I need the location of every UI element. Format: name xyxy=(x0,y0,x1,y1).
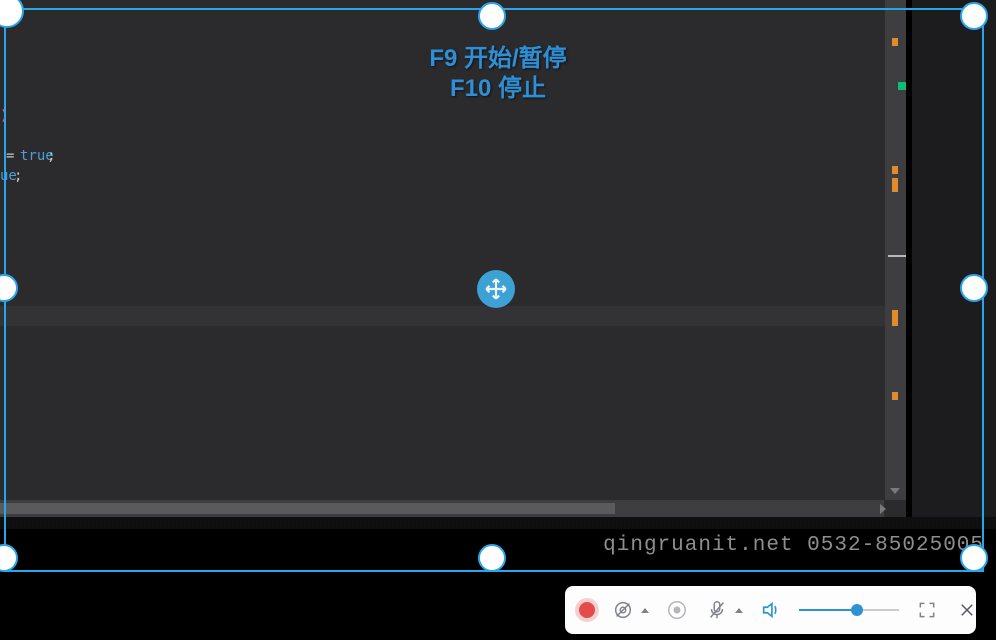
webcam-options-dropdown[interactable] xyxy=(641,608,649,613)
volume-icon xyxy=(760,599,782,621)
overview-mark[interactable] xyxy=(892,178,898,192)
code-left-frag: ) xyxy=(0,106,4,126)
selection-handle-mid-right[interactable] xyxy=(960,274,988,302)
mic-off-icon xyxy=(706,599,728,621)
close-recorder-button[interactable] xyxy=(955,598,979,622)
fullscreen-icon xyxy=(917,600,937,620)
volume-slider-knob[interactable] xyxy=(851,604,863,616)
overview-viewport-indicator[interactable] xyxy=(888,255,906,257)
record-button[interactable] xyxy=(579,602,595,618)
editor-bottom-strip xyxy=(0,517,996,529)
selection-handle-bottom-mid[interactable] xyxy=(478,544,506,572)
mic-options-dropdown[interactable] xyxy=(735,608,743,613)
fullscreen-button[interactable] xyxy=(915,598,939,622)
selection-handle-top-mid[interactable] xyxy=(478,2,506,30)
overview-mark[interactable] xyxy=(892,310,898,326)
webcam-off-icon xyxy=(612,599,634,621)
system-audio-toggle-button[interactable] xyxy=(665,598,689,622)
editor-hscroll-arrow-right[interactable] xyxy=(880,504,886,514)
recorder-hint-stop: F10 停止 xyxy=(0,68,996,103)
editor-horizontal-scrollbar[interactable] xyxy=(0,500,884,517)
webcam-toggle-button[interactable] xyxy=(611,598,635,622)
overview-mark[interactable] xyxy=(892,166,898,174)
selection-move-handle[interactable] xyxy=(477,270,515,308)
mic-toggle-button[interactable] xyxy=(705,598,729,622)
code-semicolon: ; xyxy=(47,146,55,166)
code-semicolon-2: ; xyxy=(14,166,22,186)
code-eq: = xyxy=(6,146,14,166)
volume-button[interactable] xyxy=(759,598,783,622)
close-icon xyxy=(958,601,976,619)
overview-mark[interactable] xyxy=(892,392,898,400)
system-audio-icon xyxy=(666,599,688,621)
volume-slider-fill xyxy=(799,609,857,611)
selection-handle-bottom-right[interactable] xyxy=(960,544,988,572)
editor-hscroll-thumb[interactable] xyxy=(0,503,615,514)
editor-vscroll-arrow-down[interactable] xyxy=(890,488,900,494)
recorder-toolbar xyxy=(565,586,976,634)
watermark-text: qingruanit.net 0532-85025005 xyxy=(603,534,984,557)
editor-current-line xyxy=(0,306,885,326)
move-arrows-icon xyxy=(483,276,509,302)
selection-handle-top-right[interactable] xyxy=(960,2,988,30)
volume-slider[interactable] xyxy=(799,598,899,622)
